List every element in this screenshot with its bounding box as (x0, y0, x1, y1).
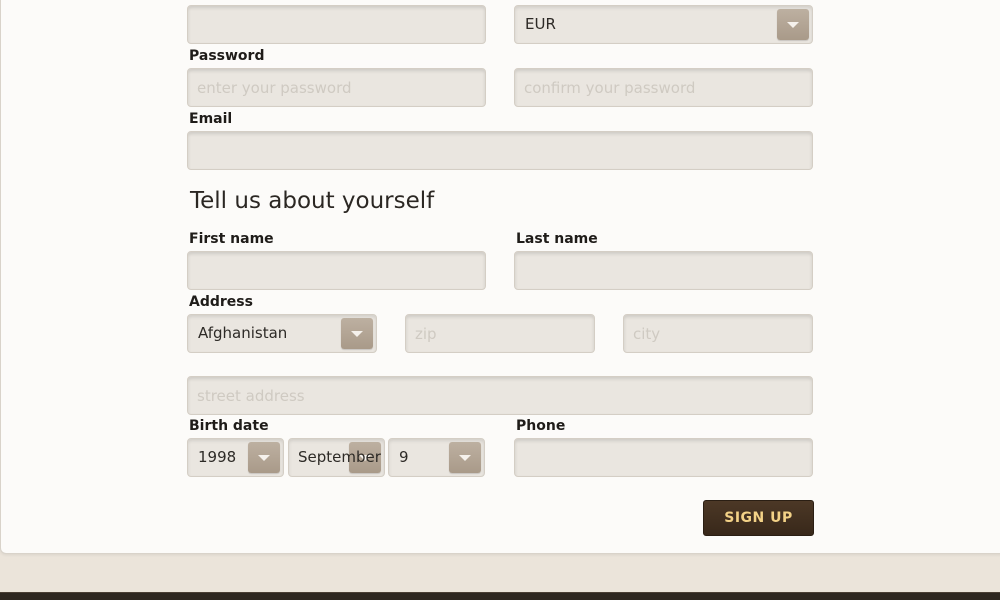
birth-day-select[interactable]: 9 (388, 438, 485, 477)
email-label: Email (189, 111, 233, 127)
username-field[interactable] (187, 5, 486, 44)
phone-field[interactable] (514, 438, 813, 477)
currency-dropdown-button[interactable] (777, 9, 809, 40)
footer-bar (0, 592, 1000, 600)
zip-field[interactable] (405, 314, 595, 353)
country-select[interactable]: Afghanistan (187, 314, 377, 353)
street-address-field[interactable] (187, 376, 813, 415)
country-select-value: Afghanistan (198, 324, 288, 342)
birth-year-value: 1998 (198, 448, 237, 466)
address-label: Address (189, 294, 253, 310)
birth-month-value: September (298, 448, 381, 466)
section-heading: Tell us about yourself (190, 188, 435, 214)
phone-label: Phone (516, 418, 566, 434)
birth-date-label: Birth date (189, 418, 269, 434)
currency-select[interactable]: EUR (514, 5, 813, 44)
first-name-field[interactable] (187, 251, 486, 290)
birth-day-value: 9 (399, 448, 409, 466)
signup-button[interactable]: SIGN UP (703, 500, 814, 536)
birth-day-dropdown-button[interactable] (449, 442, 481, 473)
signup-form-panel (0, 0, 1000, 554)
country-dropdown-button[interactable] (341, 318, 373, 349)
last-name-label: Last name (516, 231, 598, 247)
birth-month-select[interactable]: September (288, 438, 385, 477)
birth-year-select[interactable]: 1998 (187, 438, 284, 477)
birth-year-dropdown-button[interactable] (248, 442, 280, 473)
chevron-down-icon (258, 455, 270, 461)
currency-select-value: EUR (525, 15, 556, 33)
chevron-down-icon (787, 22, 799, 28)
city-field[interactable] (623, 314, 813, 353)
chevron-down-icon (459, 455, 471, 461)
password-label: Password (189, 48, 265, 64)
first-name-label: First name (189, 231, 274, 247)
email-field[interactable] (187, 131, 813, 170)
chevron-down-icon (351, 331, 363, 337)
password-field[interactable] (187, 68, 486, 107)
last-name-field[interactable] (514, 251, 813, 290)
confirm-password-field[interactable] (514, 68, 813, 107)
